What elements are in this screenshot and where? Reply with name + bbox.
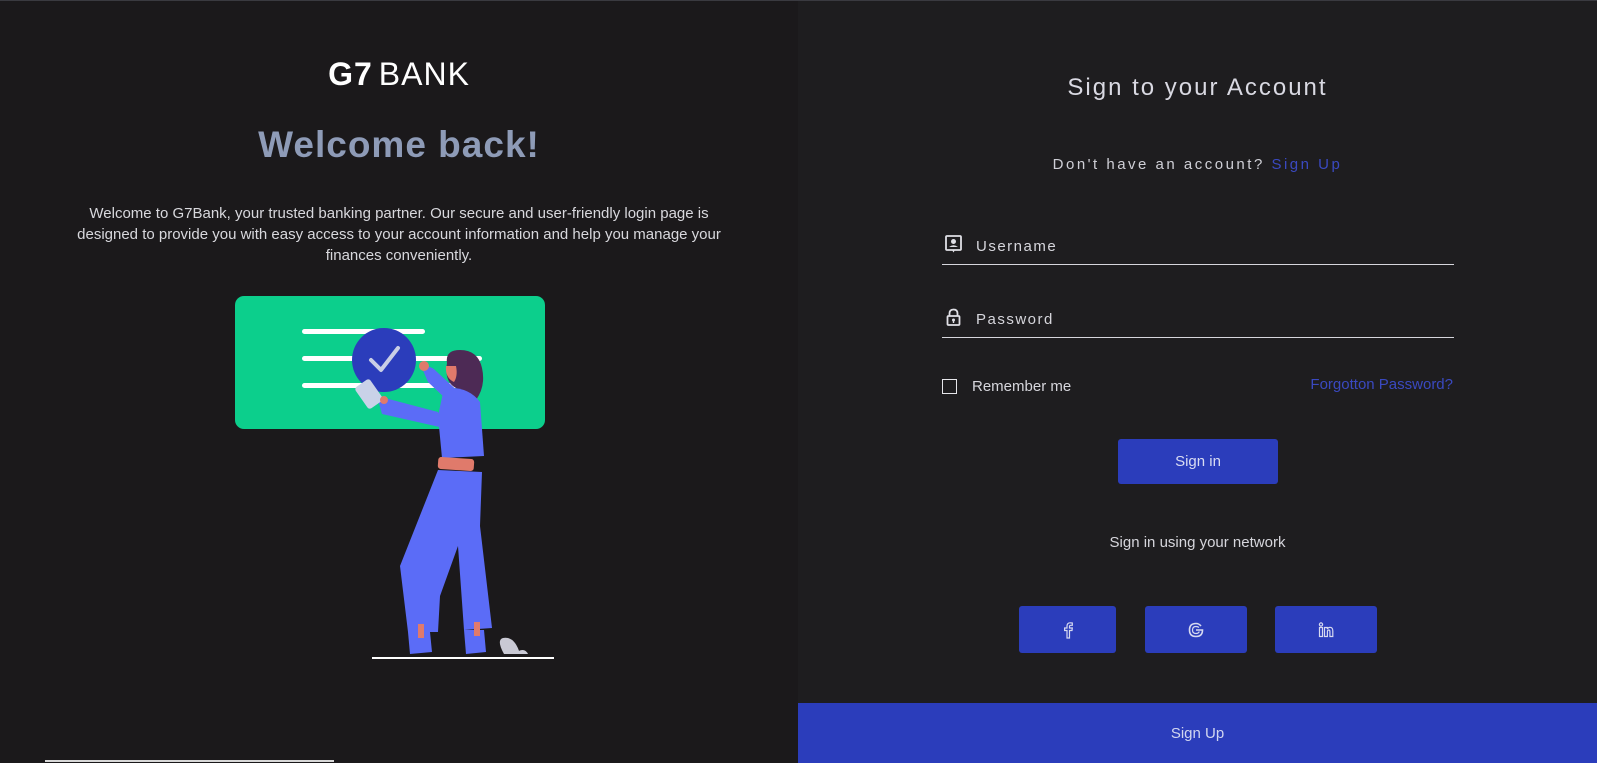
welcome-heading: Welcome back!: [258, 124, 540, 165]
username-input[interactable]: [976, 230, 1446, 262]
no-account-text: Don't have an account?: [1052, 156, 1265, 173]
remember-label: Remember me: [972, 377, 1072, 395]
form-title: Sign to your Account: [1067, 74, 1328, 101]
facebook-button[interactable]: [1019, 606, 1116, 653]
no-account-row: Don't have an account? Sign Up: [798, 156, 1597, 173]
logo-light-text: BANK: [378, 56, 470, 92]
figure-pants: [400, 470, 492, 632]
figure-belt: [437, 456, 475, 472]
intro-text: Welcome to G7Bank, your trusted banking …: [77, 205, 721, 264]
card-line-1: [302, 329, 425, 334]
signup-link[interactable]: Sign Up: [1271, 156, 1342, 173]
lock-icon: [946, 308, 961, 326]
check-circle: [352, 328, 416, 392]
user-icon: [945, 235, 962, 253]
remember-me[interactable]: Remember me: [942, 376, 1071, 396]
illustration: [235, 296, 554, 659]
password-field[interactable]: [942, 303, 1454, 338]
remember-checkbox[interactable]: [942, 378, 957, 394]
password-input[interactable]: [976, 303, 1446, 335]
plant: [499, 637, 520, 654]
scroll-indicator: [45, 760, 334, 762]
logo-bold-text: G7: [328, 56, 373, 92]
linkedin-icon: [1318, 621, 1334, 637]
linkedin-button[interactable]: [1275, 606, 1377, 653]
google-icon: [1188, 622, 1204, 637]
facebook-icon: [1063, 621, 1073, 639]
signup-button[interactable]: Sign Up: [798, 703, 1597, 763]
signin-button[interactable]: Sign in: [1118, 439, 1278, 484]
google-button[interactable]: [1145, 606, 1247, 653]
bank-logo: G7 BANK: [0, 56, 798, 93]
forgot-password-link[interactable]: Forgotton Password?: [1310, 376, 1453, 393]
username-field[interactable]: [942, 230, 1454, 265]
network-text: Sign in using your network: [1109, 534, 1286, 551]
